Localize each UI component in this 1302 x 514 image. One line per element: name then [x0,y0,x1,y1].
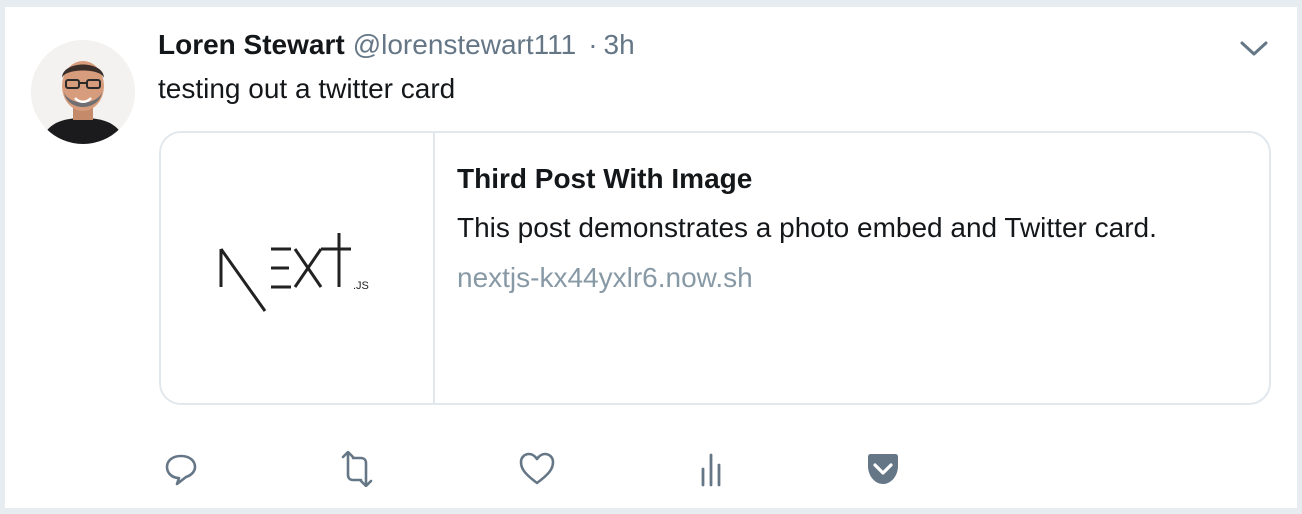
analytics-button[interactable] [689,447,733,491]
card-body: Third Post With Image This post demonstr… [457,157,1249,303]
card-description: This post demonstrates a photo embed and… [457,212,1157,243]
card-image: .JS [161,133,435,403]
tweet[interactable]: Loren Stewart @lorenstewart111 · 3h test… [5,7,1297,508]
retweet-button[interactable] [335,447,379,491]
analytics-icon [701,453,721,487]
pocket-button[interactable] [861,447,905,491]
header-separator: · [588,29,598,60]
reply-button[interactable] [159,447,203,491]
pocket-icon [868,454,898,484]
nextjs-logo: .JS [219,233,369,312]
author-handle[interactable]: @lorenstewart111 [353,27,577,63]
tweet-actions [5,447,1297,491]
tweet-timestamp[interactable]: 3h [604,27,635,63]
card-title: Third Post With Image [457,163,753,194]
author-name[interactable]: Loren Stewart [158,27,345,63]
heart-icon [519,452,555,485]
retweet-icon [341,451,373,487]
tweet-header: Loren Stewart @lorenstewart111 · 3h [158,27,635,63]
chevron-down-icon [1240,41,1268,56]
card-domain: nextjs-kx44yxlr6.now.sh [457,262,753,293]
avatar[interactable] [31,40,135,144]
like-button[interactable] [515,447,559,491]
more-options-button[interactable] [1237,37,1271,59]
avatar-photo [31,40,135,144]
tweet-text: testing out a twitter card [158,73,456,104]
reply-icon [165,454,197,486]
link-card[interactable]: .JS Third Post With Image This post demo… [159,131,1271,405]
nextjs-logo-suffix: .JS [353,280,369,292]
